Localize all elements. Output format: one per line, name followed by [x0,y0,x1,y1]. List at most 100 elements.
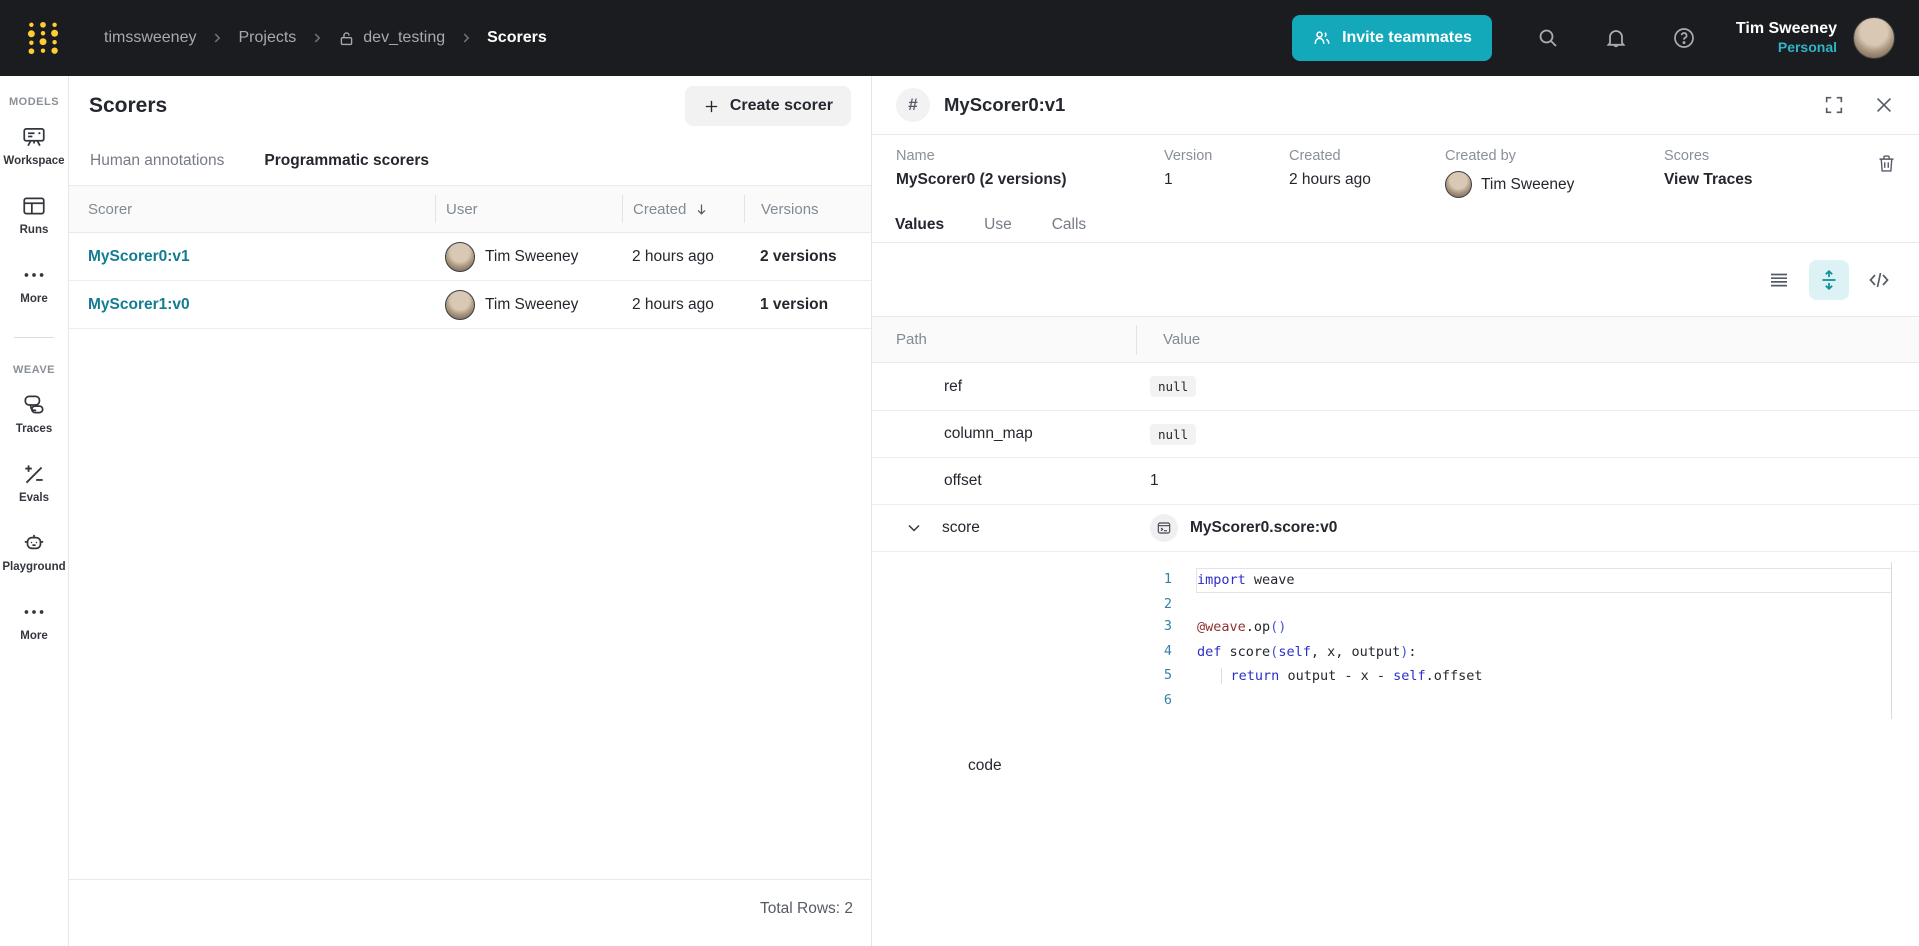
ellipsis-icon [24,273,44,277]
sidebar-item-more-models[interactable]: More [20,262,48,305]
ellipsis-icon [24,610,44,614]
column-header-scorer[interactable]: Scorer [69,195,435,223]
user-name: Tim Sweeney [1735,20,1837,38]
expand-vertical-icon [1822,269,1836,290]
column-header-versions[interactable]: Versions [744,195,871,223]
avatar [445,241,475,272]
breadcrumb-account[interactable]: timssweeney [104,29,196,47]
value-view-toolbar [872,243,1919,316]
created-by-value: Tim Sweeney [1445,171,1664,198]
created-value: 2 hours ago [1289,171,1371,188]
created-label: Created [1289,148,1341,164]
op-ref-link[interactable]: MyScorer0.score:v0 [1190,519,1337,537]
runs-table-icon [23,197,45,215]
page-title: Scorers [89,94,168,117]
avatar [445,289,475,320]
table-row[interactable]: MyScorer0:v1 Tim Sweeney 2 hours ago 2 v… [69,233,871,281]
code-icon [1869,272,1889,287]
scores-label: Scores [1664,148,1710,164]
value-table-header: Path Value [872,316,1919,363]
trash-icon[interactable] [1876,153,1897,174]
column-header-value: Value [1136,324,1919,355]
created-by-label: Created by [1445,148,1516,164]
scorers-panel: Scorers Create scorer Human annotations … [69,76,871,946]
sidebar-divider [14,337,54,338]
tab-values[interactable]: Values [895,216,944,234]
fullscreen-icon[interactable] [1823,94,1845,116]
table-row[interactable]: MyScorer1:v0 Tim Sweeney 2 hours ago 1 v… [69,281,871,329]
sort-desc-icon [697,204,706,215]
sidebar-item-traces[interactable]: Traces [16,392,52,435]
version-label: Version [1164,148,1213,164]
expanded-view-button[interactable] [1809,259,1849,300]
wandb-logo-icon[interactable] [24,19,62,57]
null-value-badge: null [1150,376,1197,397]
tab-human-annotations[interactable]: Human annotations [90,152,224,170]
traces-icon [24,395,44,414]
column-header-user[interactable]: User [435,195,622,223]
scorer-link[interactable]: MyScorer1:v0 [88,296,190,314]
sidebar-section-models: MODELS [8,96,60,108]
column-header-created[interactable]: Created [622,195,744,223]
chevron-right-icon [210,31,224,45]
close-icon[interactable] [1873,94,1895,116]
tab-calls[interactable]: Calls [1052,216,1086,234]
detail-metadata: Name MyScorer0 (2 versions) Version 1 Cr… [872,135,1919,208]
null-value-badge: null [1150,423,1197,445]
code-editor[interactable]: 1 import weave 2 3 @weave.op() 4 def score(sel… [1136,562,1892,719]
chevron-right-icon [459,31,473,45]
left-sidebar: MODELS Workspace Runs More WEAVE Traces … [0,76,69,946]
breadcrumb-projects[interactable]: Projects [238,29,296,47]
nested-path-code: code [968,757,1002,774]
code-view-button[interactable] [1861,262,1897,298]
user-avatar[interactable] [1853,17,1895,59]
hash-badge-icon: # [896,88,930,122]
tab-use[interactable]: Use [984,216,1012,234]
scorer-detail-panel: # MyScorer0:v1 Name MyScorer0 (2 version… [871,76,1919,946]
avatar [1445,171,1472,198]
breadcrumb: timssweeney Projects dev_testing Scorers [104,29,547,47]
chevron-right-icon [310,31,324,45]
value-row-offset: offset 1 [872,457,1919,504]
workspace-icon [23,128,45,147]
column-header-path: Path [896,331,927,348]
breadcrumb-project[interactable]: dev_testing [338,29,445,47]
user-menu[interactable]: Tim Sweeney Personal [1736,19,1837,57]
search-icon[interactable] [1536,26,1560,50]
sidebar-item-more-weave[interactable]: More [20,599,48,642]
sidebar-item-workspace[interactable]: Workspace [3,124,65,167]
version-value: 1 [1164,171,1173,188]
name-value: MyScorer0 (2 versions) [896,171,1067,188]
user-scope: Personal [1777,39,1837,56]
sidebar-item-runs[interactable]: Runs [20,193,48,236]
value-row-ref: ref null [872,363,1919,410]
top-navbar: timssweeney Projects dev_testing Scorers [0,0,1919,76]
bell-icon[interactable] [1604,26,1628,50]
create-scorer-button[interactable]: Create scorer [684,86,851,126]
sidebar-item-playground[interactable]: Playground [2,530,66,573]
name-label: Name [896,148,935,164]
sidebar-item-evals[interactable]: Evals [19,461,49,504]
value-row-score: score MyScorer0.score:v0 [872,504,1919,551]
total-rows-label: Total Rows: 2 [69,879,871,946]
app: timssweeney Projects dev_testing Scorers [0,0,1919,946]
breadcrumb-page: Scorers [487,29,547,46]
sidebar-section-weave: WEAVE [12,364,56,376]
detail-title: MyScorer0:v1 [944,94,1066,115]
help-icon[interactable] [1672,26,1696,50]
score-code-row: 1 import weave 2 3 @weave.op() 4 def score(sel… [872,551,1919,803]
robot-icon [24,534,44,550]
lock-icon [341,31,353,45]
plus-icon [705,100,717,112]
chevron-down-icon[interactable] [904,518,924,538]
scorers-tabs: Human annotations Programmatic scorers [69,136,871,186]
scorers-table-header: Scorer User Created Versions [69,186,871,233]
op-terminal-icon [1157,522,1171,534]
tab-programmatic-scorers[interactable]: Programmatic scorers [264,152,429,170]
list-lines-icon [1771,273,1787,286]
navbar-actions: Invite teammates Tim Sweeney Personal [1292,15,1895,61]
invite-teammates-button[interactable]: Invite teammates [1292,15,1492,61]
view-traces-link[interactable]: View Traces [1664,171,1752,189]
compact-view-button[interactable] [1761,262,1797,298]
scorer-link[interactable]: MyScorer0:v1 [88,248,190,266]
